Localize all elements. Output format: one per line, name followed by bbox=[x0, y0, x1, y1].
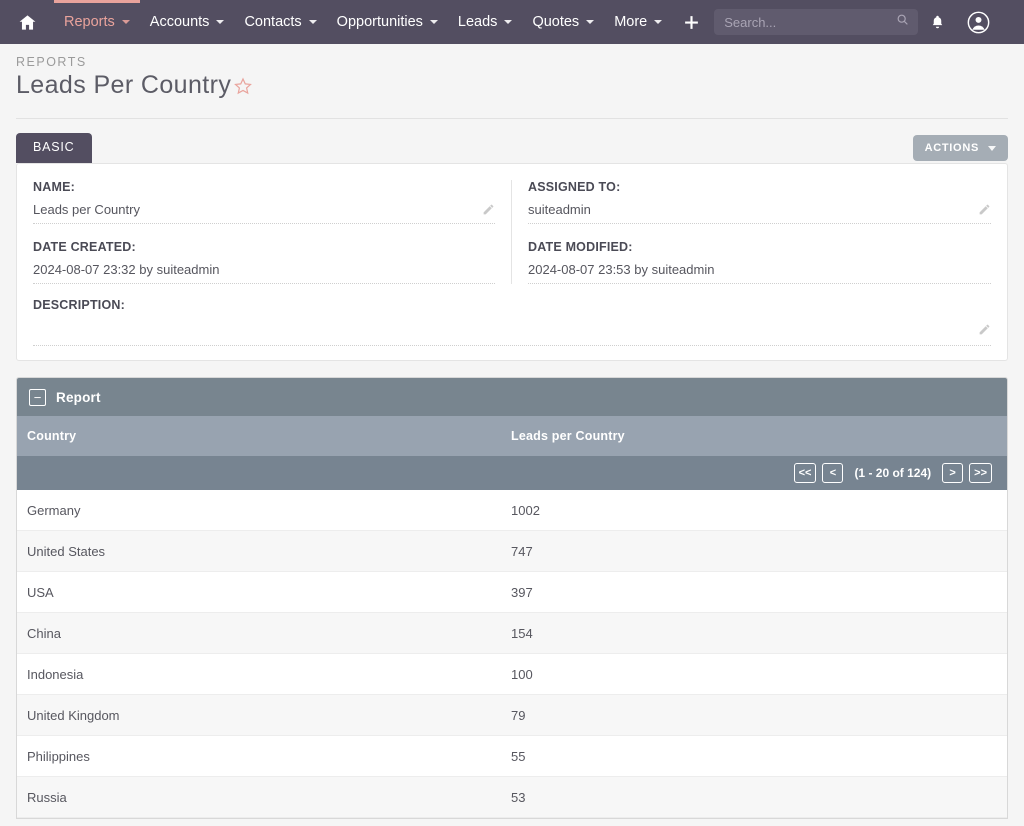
cell-leads: 79 bbox=[511, 708, 1007, 723]
plus-icon[interactable] bbox=[672, 0, 710, 44]
cell-country: China bbox=[17, 626, 511, 641]
cell-country: United Kingdom bbox=[17, 708, 511, 723]
detail-column-left: NAME: Leads per Country DATE CREATED: 20… bbox=[17, 180, 512, 284]
nav-item-accounts[interactable]: Accounts bbox=[140, 0, 235, 44]
nav-item-contacts[interactable]: Contacts bbox=[234, 0, 326, 44]
field-date-modified-value: 2024-08-07 23:53 by suiteadmin bbox=[528, 262, 991, 277]
report-panel-header: − Report bbox=[17, 378, 1007, 416]
field-assigned-to-value: suiteadmin bbox=[528, 202, 978, 217]
table-row[interactable]: China154 bbox=[17, 613, 1007, 654]
cell-country: USA bbox=[17, 585, 511, 600]
field-name-value: Leads per Country bbox=[33, 202, 482, 217]
table-row[interactable]: Philippines55 bbox=[17, 736, 1007, 777]
field-date-created: DATE CREATED: 2024-08-07 23:32 by suitea… bbox=[33, 240, 495, 284]
pagination-range-label: (1 - 20 of 124) bbox=[854, 466, 931, 480]
cell-country: United States bbox=[17, 544, 511, 559]
search-input[interactable] bbox=[714, 10, 926, 34]
field-description-label: DESCRIPTION: bbox=[33, 298, 991, 312]
column-header-country[interactable]: Country bbox=[17, 429, 511, 443]
nav-item-quotes[interactable]: Quotes bbox=[522, 0, 604, 44]
nav-item-label: Reports bbox=[64, 14, 115, 30]
report-panel-title: Report bbox=[56, 390, 101, 405]
edit-pencil-icon[interactable] bbox=[482, 203, 495, 216]
field-date-created-label: DATE CREATED: bbox=[33, 240, 495, 254]
cell-leads: 55 bbox=[511, 749, 1007, 764]
field-date-created-value: 2024-08-07 23:32 by suiteadmin bbox=[33, 262, 495, 277]
nav-item-leads[interactable]: Leads bbox=[448, 0, 523, 44]
nav-item-label: Accounts bbox=[150, 14, 210, 30]
chevron-down-icon bbox=[122, 20, 130, 24]
cell-country: Philippines bbox=[17, 749, 511, 764]
page-header: REPORTS Leads Per Country bbox=[0, 44, 1024, 110]
cell-leads: 53 bbox=[511, 790, 1007, 805]
chevron-down-icon bbox=[430, 20, 438, 24]
cell-leads: 747 bbox=[511, 544, 1007, 559]
nav-item-opportunities[interactable]: Opportunities bbox=[327, 0, 448, 44]
actions-button[interactable]: ACTIONS bbox=[913, 135, 1008, 161]
chevron-down-icon bbox=[504, 20, 512, 24]
collapse-toggle-icon[interactable]: − bbox=[29, 389, 46, 406]
detail-column-right: ASSIGNED TO: suiteadmin DATE MODIFIED: 2… bbox=[512, 180, 1007, 284]
field-description: DESCRIPTION: bbox=[17, 298, 1007, 346]
chevron-down-icon bbox=[988, 146, 996, 151]
field-assigned-to: ASSIGNED TO: suiteadmin bbox=[528, 180, 991, 224]
edit-pencil-icon[interactable] bbox=[978, 323, 991, 336]
cell-leads: 1002 bbox=[511, 503, 1007, 518]
star-outline-icon[interactable] bbox=[234, 77, 252, 99]
table-row[interactable]: United Kingdom79 bbox=[17, 695, 1007, 736]
field-date-modified: DATE MODIFIED: 2024-08-07 23:53 by suite… bbox=[528, 240, 991, 284]
nav-item-reports[interactable]: Reports bbox=[54, 0, 140, 44]
cell-country: Germany bbox=[17, 503, 511, 518]
table-column-header-row: Country Leads per Country bbox=[17, 416, 1007, 456]
title-divider bbox=[16, 118, 1008, 119]
edit-pencil-icon[interactable] bbox=[978, 203, 991, 216]
home-icon[interactable] bbox=[0, 0, 54, 44]
table-row[interactable]: Russia53 bbox=[17, 777, 1007, 818]
top-navigation-bar: Reports Accounts Contacts Opportunities Lead… bbox=[0, 0, 1024, 44]
chevron-down-icon bbox=[654, 20, 662, 24]
detail-panel: NAME: Leads per Country DATE CREATED: 20… bbox=[16, 163, 1008, 361]
nav-item-label: More bbox=[614, 14, 647, 30]
nav-item-label: Opportunities bbox=[337, 14, 423, 30]
pagination-prev-button[interactable]: < bbox=[822, 463, 843, 483]
pagination-next-button[interactable]: > bbox=[942, 463, 963, 483]
chevron-down-icon bbox=[586, 20, 594, 24]
table-row[interactable]: USA397 bbox=[17, 572, 1007, 613]
pagination-bar: << < (1 - 20 of 124) > >> bbox=[17, 456, 1007, 490]
pagination-first-button[interactable]: << bbox=[794, 463, 817, 483]
cell-leads: 100 bbox=[511, 667, 1007, 682]
pagination-last-button[interactable]: >> bbox=[969, 463, 992, 483]
field-assigned-to-label: ASSIGNED TO: bbox=[528, 180, 991, 194]
search-box[interactable] bbox=[714, 9, 918, 35]
field-date-modified-label: DATE MODIFIED: bbox=[528, 240, 991, 254]
nav-item-label: Quotes bbox=[532, 14, 579, 30]
tab-basic[interactable]: BASIC bbox=[16, 133, 92, 163]
cell-leads: 397 bbox=[511, 585, 1007, 600]
column-header-leads[interactable]: Leads per Country bbox=[511, 429, 1007, 443]
chevron-down-icon bbox=[309, 20, 317, 24]
table-row[interactable]: United States747 bbox=[17, 531, 1007, 572]
user-avatar-icon[interactable] bbox=[956, 0, 1000, 44]
field-name: NAME: Leads per Country bbox=[33, 180, 495, 224]
cell-leads: 154 bbox=[511, 626, 1007, 641]
page-title: Leads Per Country bbox=[16, 71, 231, 100]
chevron-down-icon bbox=[216, 20, 224, 24]
table-row[interactable]: Germany1002 bbox=[17, 490, 1007, 531]
table-row[interactable]: Indonesia100 bbox=[17, 654, 1007, 695]
field-name-label: NAME: bbox=[33, 180, 495, 194]
cell-country: Indonesia bbox=[17, 667, 511, 682]
cell-country: Russia bbox=[17, 790, 511, 805]
report-table-body: Germany1002United States747USA397China15… bbox=[17, 490, 1007, 818]
nav-item-label: Contacts bbox=[244, 14, 301, 30]
actions-button-label: ACTIONS bbox=[925, 142, 979, 154]
nav-item-more[interactable]: More bbox=[604, 0, 672, 44]
breadcrumb: REPORTS bbox=[16, 55, 1024, 69]
nav-item-label: Leads bbox=[458, 14, 498, 30]
report-panel: − Report Country Leads per Country << < … bbox=[16, 377, 1008, 819]
tab-strip: BASIC ACTIONS bbox=[0, 125, 1024, 163]
